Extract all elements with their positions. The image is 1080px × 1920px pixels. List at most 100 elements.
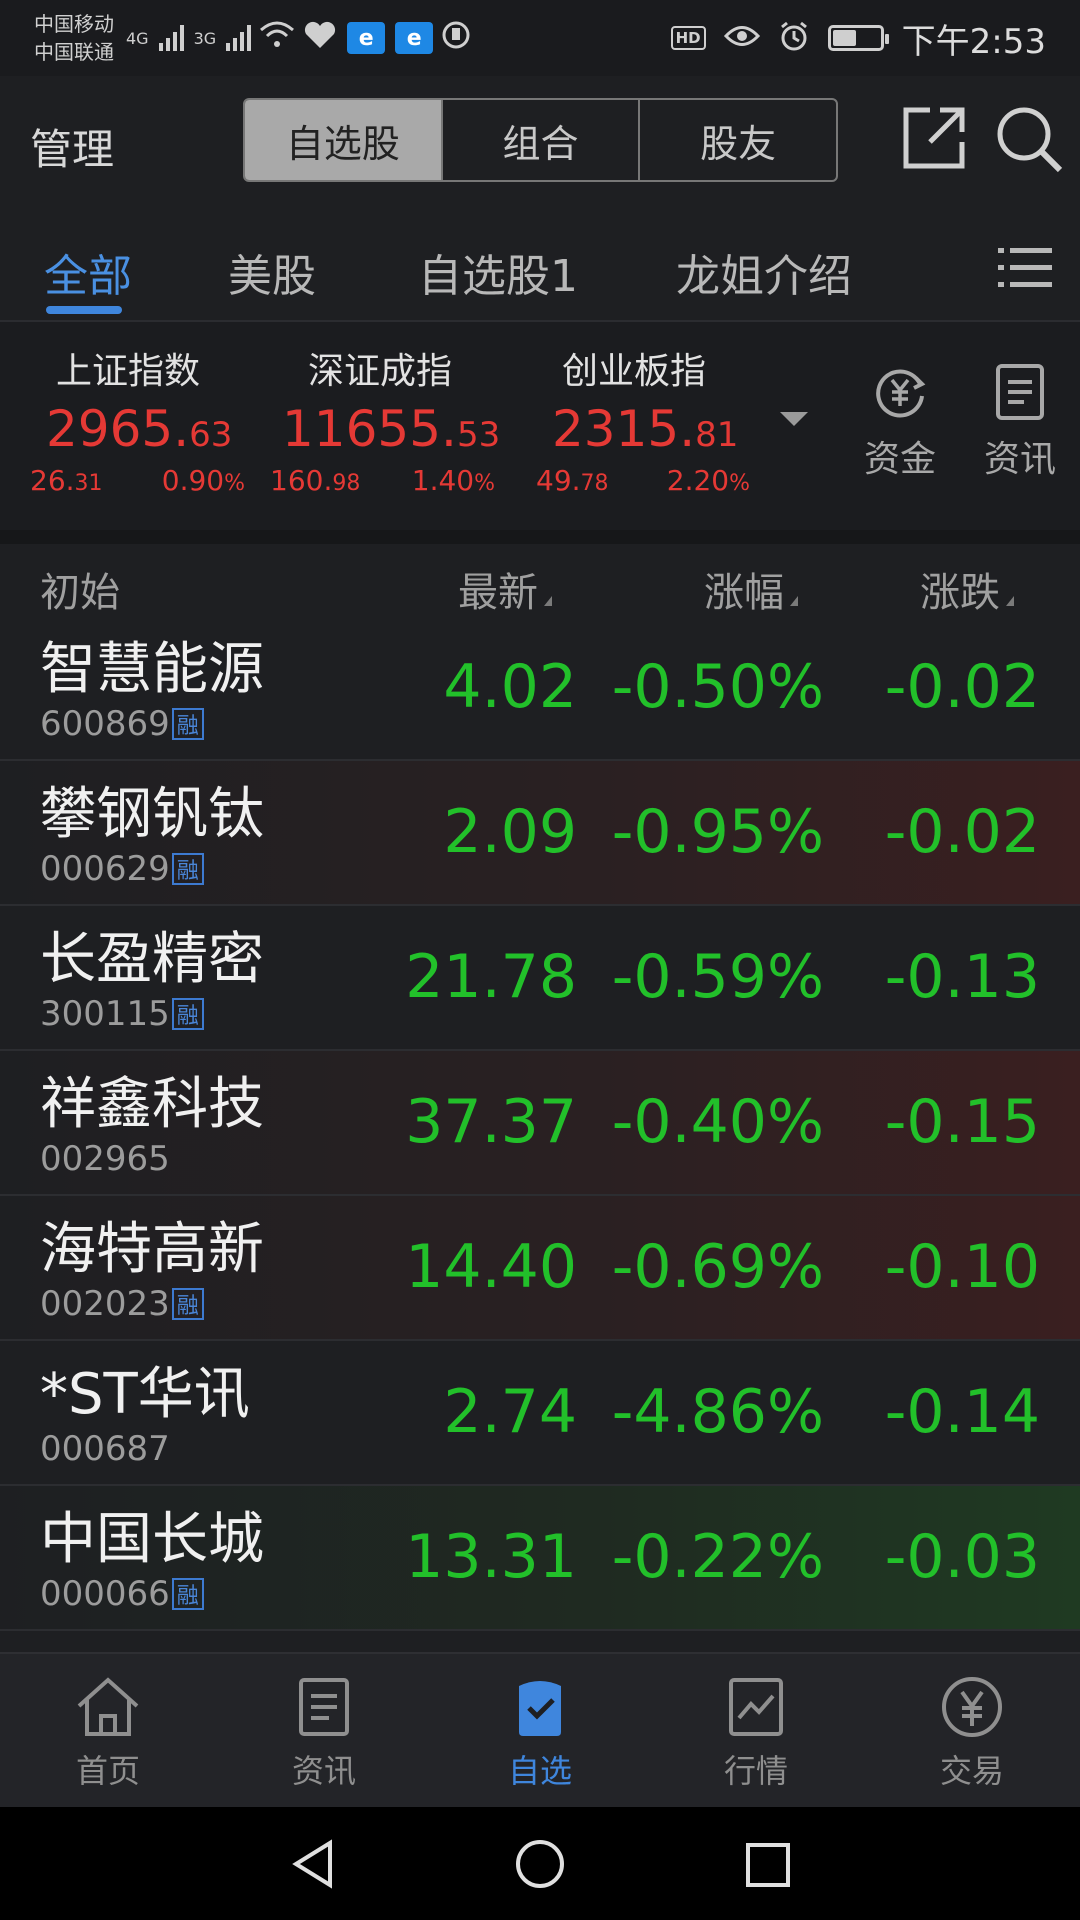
news-button[interactable]: 资讯 bbox=[975, 362, 1065, 482]
stock-change-pct: -0.22% bbox=[611, 1522, 824, 1592]
segment-portfolio[interactable]: 组合 bbox=[443, 100, 641, 180]
stock-code: 300115 融 bbox=[40, 994, 204, 1034]
network-type-2: 3G bbox=[193, 28, 217, 48]
segment-watchlist[interactable]: 自选股 bbox=[245, 100, 443, 180]
tab-market[interactable]: 行情 bbox=[648, 1654, 864, 1807]
stock-name: 中国长城 bbox=[40, 1507, 264, 1572]
stock-change-pct: -0.69% bbox=[611, 1232, 824, 1302]
margin-badge: 融 bbox=[171, 998, 204, 1030]
tab-news[interactable]: 资讯 bbox=[216, 1654, 432, 1807]
index-chinext[interactable]: 创业板指 2315.81 49.78 2.20% bbox=[536, 342, 750, 497]
index-name: 创业板指 bbox=[562, 351, 707, 392]
clock-time: 下午2:53 bbox=[901, 21, 1046, 62]
stock-price: 14.40 bbox=[405, 1232, 577, 1302]
recent-apps-icon[interactable] bbox=[740, 1837, 794, 1891]
stock-price: 2.74 bbox=[443, 1377, 577, 1447]
index-name: 上证指数 bbox=[56, 351, 201, 392]
hand-icon bbox=[441, 20, 471, 57]
partial-table-row[interactable]: *ST宜? bbox=[40, 1638, 223, 1652]
signal-bars-2-icon bbox=[226, 25, 252, 51]
back-icon[interactable] bbox=[286, 1837, 340, 1891]
index-change: 160.98 1.40% bbox=[270, 464, 495, 497]
news-document-icon bbox=[299, 1678, 349, 1736]
index-value: 11655.53 bbox=[282, 400, 501, 458]
stock-name: 海特高新 bbox=[40, 1217, 264, 1282]
stock-code: 000066 融 bbox=[40, 1574, 204, 1614]
table-row[interactable]: 中国长城 000066 融 13.31 -0.22% -0.03 bbox=[0, 1486, 1080, 1631]
table-row[interactable]: 海特高新 002023 融 14.40 -0.69% -0.10 bbox=[0, 1196, 1080, 1341]
carrier-labels: 中国移动 中国联通 bbox=[34, 10, 114, 66]
manage-button[interactable]: 管理 bbox=[30, 116, 114, 177]
index-change: 26.31 0.90% bbox=[30, 464, 245, 497]
tab-home[interactable]: 首页 bbox=[0, 1654, 216, 1807]
stock-change-pct: -0.95% bbox=[611, 797, 824, 867]
sort-latest[interactable]: 最新 bbox=[458, 560, 552, 618]
stock-name: *ST华讯 bbox=[40, 1362, 250, 1427]
stock-change: -0.02 bbox=[884, 652, 1040, 722]
tab-label: 首页 bbox=[75, 1752, 140, 1790]
table-row[interactable]: 攀钢钒钛 000629 融 2.09 -0.95% -0.02 bbox=[0, 761, 1080, 906]
stock-change-pct: -0.40% bbox=[611, 1087, 824, 1157]
system-nav-bar bbox=[0, 1807, 1080, 1920]
margin-badge: 融 bbox=[171, 1288, 204, 1320]
stock-change-pct: -4.86% bbox=[611, 1377, 824, 1447]
home-circle-icon[interactable] bbox=[513, 1837, 567, 1891]
group-tabs: 全部 美股 自选股1 龙姐介绍 bbox=[0, 206, 1080, 320]
tab-watchlist-1[interactable]: 自选股1 bbox=[418, 240, 578, 304]
margin-badge: 融 bbox=[171, 708, 204, 740]
tab-all[interactable]: 全部 bbox=[44, 240, 132, 304]
trend-chart-icon bbox=[729, 1678, 783, 1736]
list-menu-icon[interactable] bbox=[998, 246, 1052, 290]
top-nav: 管理 自选股 组合 股友 bbox=[0, 76, 1080, 206]
sort-change[interactable]: 涨跌 bbox=[920, 560, 1014, 618]
margin-badge: 融 bbox=[171, 1578, 204, 1610]
segment-control: 自选股 组合 股友 bbox=[243, 98, 838, 182]
stock-name: 攀钢钒钛 bbox=[40, 782, 264, 847]
yuan-cycle-icon bbox=[876, 369, 926, 418]
table-row[interactable]: 长盈精密 300115 融 21.78 -0.59% -0.13 bbox=[0, 906, 1080, 1051]
index-shanghai[interactable]: 上证指数 2965.63 26.31 0.90% bbox=[30, 342, 245, 497]
tab-label: 行情 bbox=[723, 1752, 788, 1790]
tab-watchlist[interactable]: 自选 bbox=[432, 1654, 648, 1807]
active-tab-indicator bbox=[46, 306, 122, 314]
stock-change: -0.03 bbox=[884, 1522, 1040, 1592]
app-screen: 中国移动 中国联通 4G 3G e e HD 下午2:53 管理 自选股 组合 … bbox=[0, 0, 1080, 1920]
tab-trade[interactable]: 交易 bbox=[864, 1654, 1080, 1807]
index-value: 2315.81 bbox=[552, 400, 739, 458]
share-icon[interactable] bbox=[900, 104, 968, 172]
stock-name: 祥鑫科技 bbox=[40, 1072, 264, 1137]
tab-long-intro[interactable]: 龙姐介绍 bbox=[676, 240, 852, 304]
stock-change: -0.15 bbox=[884, 1087, 1040, 1157]
yuan-coin-icon bbox=[942, 1677, 1002, 1737]
stock-change-pct: -0.59% bbox=[611, 942, 824, 1012]
table-row[interactable]: *ST华讯 000687 2.74 -4.86% -0.14 bbox=[0, 1341, 1080, 1486]
stock-change: -0.10 bbox=[884, 1232, 1040, 1302]
segment-friends[interactable]: 股友 bbox=[640, 100, 836, 180]
stock-code: 002965 bbox=[40, 1139, 170, 1179]
sort-change-pct[interactable]: 涨幅 bbox=[704, 560, 798, 618]
search-icon[interactable] bbox=[994, 104, 1064, 174]
stock-change: -0.13 bbox=[884, 942, 1040, 1012]
index-expand-caret-icon[interactable] bbox=[780, 412, 808, 426]
tab-label: 资讯 bbox=[291, 1752, 356, 1790]
bottom-tab-bar: 首页 资讯 自选 行情 交易 bbox=[0, 1652, 1080, 1807]
carrier-2: 中国联通 bbox=[34, 40, 114, 64]
tab-us-stocks[interactable]: 美股 bbox=[228, 240, 316, 304]
wifi-icon bbox=[259, 20, 295, 57]
hd-icon: HD bbox=[670, 26, 706, 50]
table-row[interactable]: 智慧能源 600869 融 4.02 -0.50% -0.02 bbox=[0, 616, 1080, 761]
index-shenzhen[interactable]: 深证成指 11655.53 160.98 1.40% bbox=[270, 342, 501, 497]
health-heart-icon bbox=[303, 20, 337, 57]
battery-icon bbox=[827, 25, 889, 51]
funds-button[interactable]: 资金 bbox=[855, 362, 945, 482]
news-label: 资讯 bbox=[983, 439, 1056, 480]
eye-icon bbox=[723, 23, 760, 53]
stock-price: 2.09 bbox=[443, 797, 577, 867]
signal-group: 4G 3G bbox=[126, 25, 252, 51]
table-row[interactable]: 祥鑫科技 002965 37.37 -0.40% -0.15 bbox=[0, 1051, 1080, 1196]
home-icon bbox=[77, 1677, 139, 1736]
sort-initial[interactable]: 初始 bbox=[40, 560, 120, 618]
stock-change: -0.14 bbox=[884, 1377, 1040, 1447]
stock-price: 13.31 bbox=[405, 1522, 577, 1592]
network-type-1: 4G bbox=[126, 28, 149, 48]
